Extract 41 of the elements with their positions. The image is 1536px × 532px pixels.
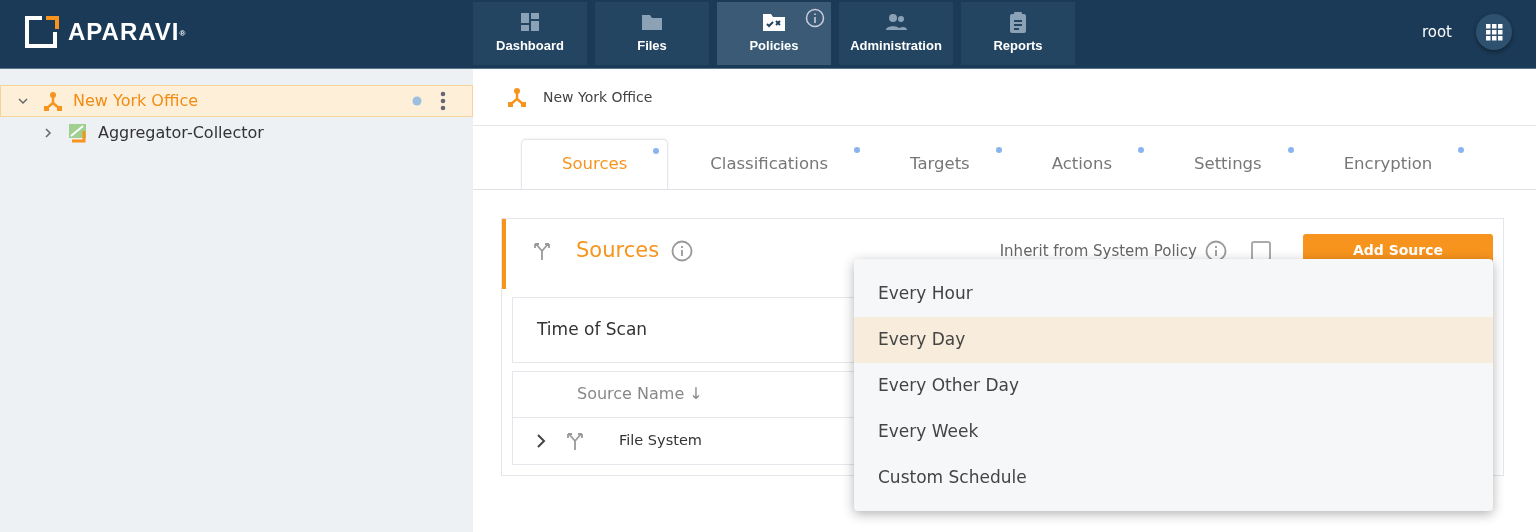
- time-of-scan-label: Time of Scan: [537, 318, 648, 341]
- menu-item[interactable]: Every Day: [854, 317, 1493, 363]
- nav-tab[interactable]: Administration: [839, 2, 953, 65]
- tree-item[interactable]: Aggregator-Collector: [0, 117, 473, 149]
- column-header[interactable]: Source Name ↓: [577, 382, 703, 407]
- brand-logo: APARAVI$^{®}$: [68, 17, 187, 47]
- nav-tab[interactable]: Reports: [961, 2, 1075, 65]
- network-icon: [43, 90, 63, 112]
- chevron-down-icon: [17, 95, 29, 107]
- menu-item[interactable]: Custom Schedule: [854, 455, 1493, 501]
- policy-tab[interactable]: Settings: [1154, 139, 1302, 189]
- policy-tab[interactable]: Encryption: [1303, 139, 1473, 189]
- branch-icon: [565, 430, 585, 451]
- menu-item[interactable]: Every Week: [854, 409, 1493, 455]
- dashboard-icon: [519, 10, 541, 33]
- status-dot-icon: [412, 96, 422, 106]
- clipboard-icon: [1007, 10, 1029, 33]
- info-icon: [1204, 239, 1227, 262]
- chevron-right-icon: [42, 127, 54, 139]
- source-name: File System: [619, 430, 702, 450]
- menu-item[interactable]: Every Hour: [854, 271, 1493, 317]
- nav-tab[interactable]: Files: [595, 2, 709, 65]
- more-icon: [440, 91, 446, 111]
- policy-tab[interactable]: Classifications: [670, 139, 869, 189]
- user-name[interactable]: root: [1421, 20, 1452, 44]
- info-icon: [671, 239, 694, 262]
- panel-title: Sources: [576, 237, 660, 264]
- inherit-label: Inherit from System Policy: [999, 240, 1197, 262]
- breadcrumb[interactable]: New York Office: [543, 86, 653, 108]
- logo-icon: [24, 15, 60, 49]
- apps-menu-button[interactable]: [1476, 14, 1512, 50]
- nav-tab[interactable]: Policies: [717, 2, 831, 65]
- network-icon: [507, 86, 527, 108]
- chevron-right-icon[interactable]: [535, 433, 547, 448]
- server-icon: [68, 123, 88, 143]
- policy-tab[interactable]: Targets: [870, 139, 1010, 189]
- menu-item[interactable]: Every Other Day: [854, 363, 1493, 409]
- nav-tab[interactable]: Dashboard: [473, 2, 587, 65]
- branch-icon: [532, 240, 552, 261]
- apps-grid-icon: [1485, 23, 1503, 41]
- policy-tab[interactable]: Actions: [1011, 139, 1152, 189]
